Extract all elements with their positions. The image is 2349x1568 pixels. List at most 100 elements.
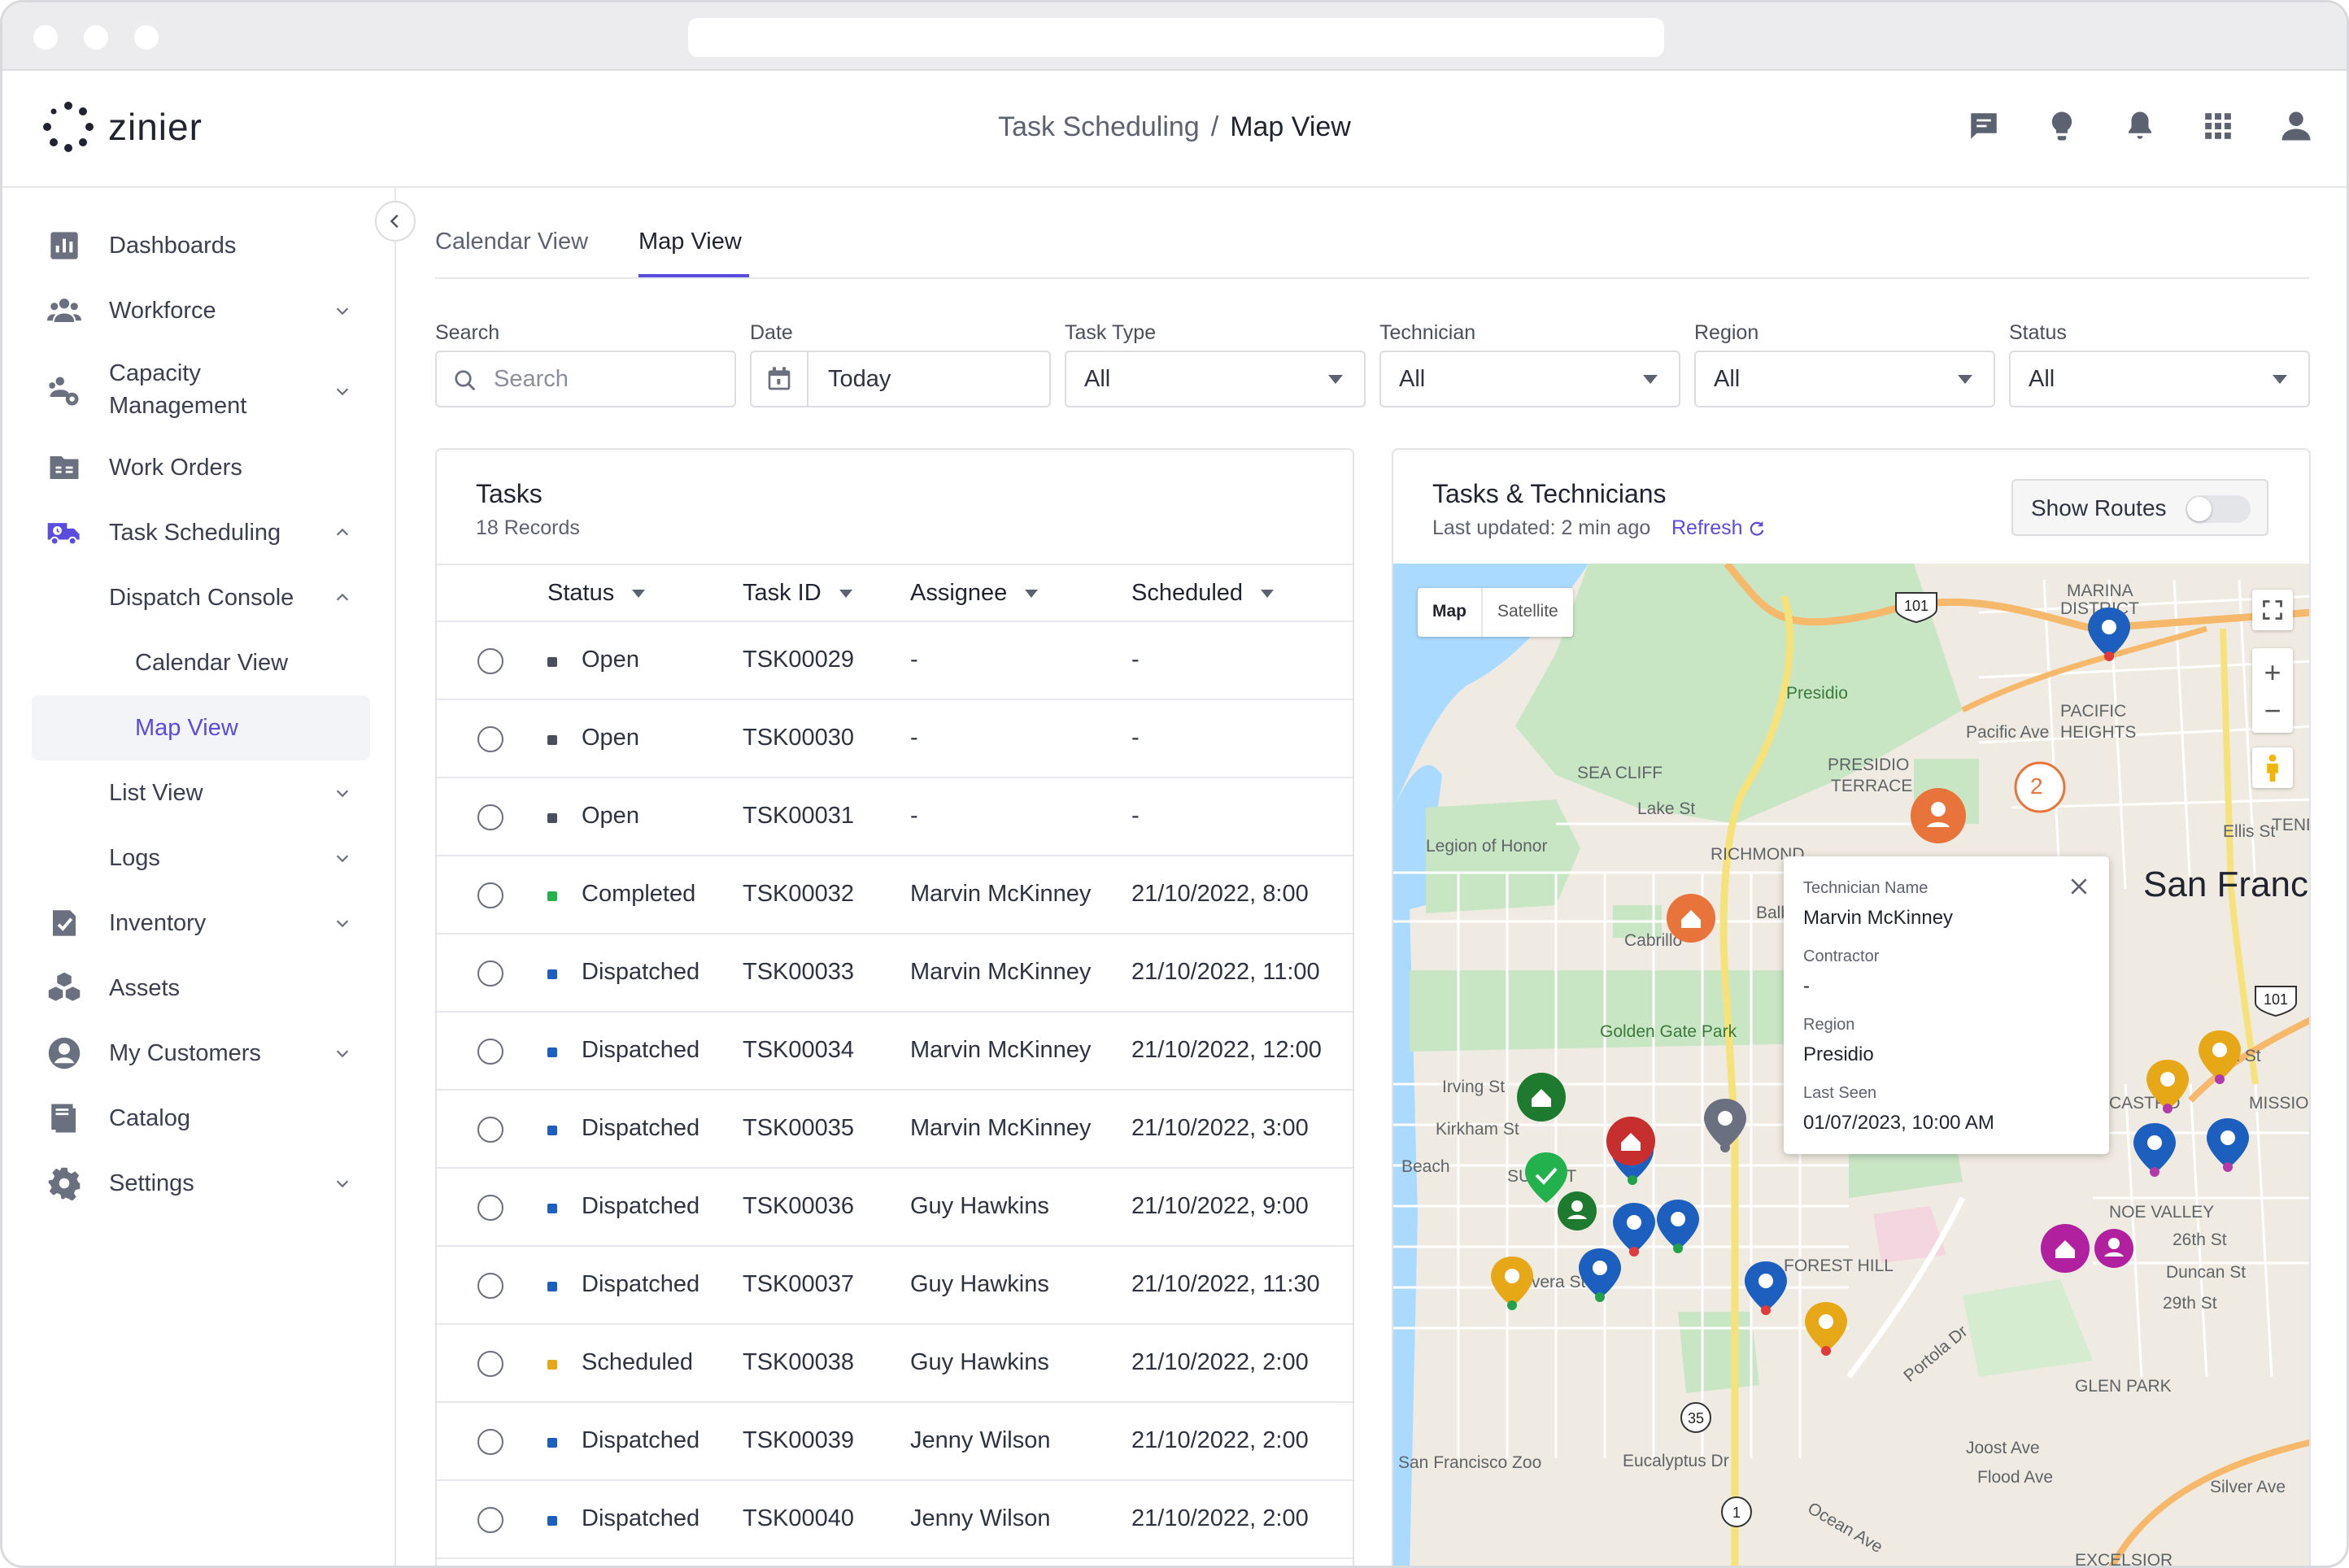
sidebar-item-dispatch-console[interactable]: Dispatch Console: [2, 569, 396, 626]
row-select-radio[interactable]: [477, 1273, 503, 1299]
lightbulb-icon[interactable]: [2044, 108, 2080, 144]
row-select-radio[interactable]: [477, 804, 503, 830]
sidebar-item-settings[interactable]: Settings: [2, 1155, 396, 1212]
sidebar-item-dashboards[interactable]: Dashboards: [2, 217, 396, 274]
task-id-cell[interactable]: TSK00039: [743, 1427, 897, 1454]
row-select-radio[interactable]: [477, 1039, 503, 1065]
table-row[interactable]: Scheduled TSK00038 Guy Hawkins 21/10/2022, …: [437, 1325, 1353, 1403]
chat-icon[interactable]: [1966, 108, 2002, 144]
task-type-select[interactable]: All: [1065, 351, 1366, 407]
map-label-duncan-st: Duncan St: [2166, 1263, 2247, 1282]
task-id-cell[interactable]: TSK00040: [743, 1505, 897, 1532]
chevron-up-icon[interactable]: [330, 520, 355, 545]
table-row[interactable]: Dispatched TSK00036 Guy Hawkins 21/10/2022,…: [437, 1169, 1353, 1247]
sidebar-item-my-customers[interactable]: My Customers: [2, 1025, 396, 1082]
task-id-cell[interactable]: TSK00038: [743, 1349, 897, 1376]
sidebar-item-calendar-view[interactable]: Calendar View: [2, 634, 396, 691]
sidebar-item-task-scheduling[interactable]: Task Scheduling: [2, 504, 396, 561]
window-dot-close[interactable]: [33, 25, 58, 50]
row-select-radio[interactable]: [477, 1117, 503, 1143]
row-select-radio[interactable]: [477, 1195, 503, 1221]
task-id-cell[interactable]: TSK00035: [743, 1115, 897, 1142]
zoom-in-button[interactable]: +: [2264, 652, 2281, 693]
zoom-out-button[interactable]: −: [2264, 693, 2281, 729]
region-select[interactable]: All: [1694, 351, 1995, 407]
tab-calendar-view[interactable]: Calendar View: [435, 229, 588, 255]
sidebar-collapse-button[interactable]: [375, 201, 416, 242]
column-header-status[interactable]: Status: [547, 580, 646, 607]
bell-icon[interactable]: [2122, 108, 2158, 144]
sidebar-item-capacity-management[interactable]: Capacity Management: [2, 357, 396, 425]
sidebar-item-list-view[interactable]: List View: [2, 764, 396, 821]
date-picker[interactable]: Today: [750, 351, 1051, 407]
table-row[interactable]: Dispatched TSK00040 Jenny Wilson 21/10/2022…: [437, 1481, 1353, 1559]
assignee-cell: -: [910, 725, 918, 751]
task-id-cell[interactable]: TSK00030: [743, 725, 897, 751]
row-select-radio[interactable]: [477, 1507, 503, 1533]
table-row[interactable]: Dispatched TSK00039 Jenny Wilson 21/10/2022…: [437, 1403, 1353, 1481]
search-input[interactable]: Search: [435, 351, 736, 407]
map-type-satellite-button[interactable]: Satellite: [1483, 588, 1573, 637]
status-select[interactable]: All: [2009, 351, 2310, 407]
task-id-cell[interactable]: TSK00036: [743, 1193, 897, 1220]
chevron-down-icon[interactable]: [330, 911, 355, 935]
table-row[interactable]: Open TSK00031- -: [437, 778, 1353, 856]
row-select-radio[interactable]: [477, 1351, 503, 1377]
table-row[interactable]: Completed TSK00032 Marvin McKinney 21/10/20…: [437, 856, 1353, 934]
chevron-down-icon[interactable]: [330, 298, 355, 323]
task-id-cell[interactable]: TSK00037: [743, 1271, 897, 1298]
url-bar[interactable]: [688, 18, 1664, 57]
task-id-cell[interactable]: TSK00033: [743, 959, 897, 986]
column-header-scheduled[interactable]: Scheduled: [1131, 580, 1275, 607]
column-header-assignee[interactable]: Assignee: [910, 580, 1039, 607]
search-label: Search: [435, 321, 500, 344]
apps-grid-icon[interactable]: [2200, 108, 2236, 144]
user-icon[interactable]: [2278, 108, 2314, 144]
refresh-link[interactable]: Refresh: [1671, 516, 1766, 540]
row-select-radio[interactable]: [477, 1429, 503, 1455]
close-icon[interactable]: [2068, 876, 2090, 897]
cluster-count[interactable]: 2: [2030, 773, 2043, 799]
task-id-cell[interactable]: TSK00032: [743, 881, 897, 908]
table-row[interactable]: Open TSK00030- -: [437, 700, 1353, 778]
sidebar-item-logs[interactable]: Logs: [2, 830, 396, 886]
window-dot-minimize[interactable]: [84, 25, 108, 50]
chevron-down-icon[interactable]: [330, 1041, 355, 1065]
chevron-up-icon[interactable]: [330, 586, 355, 610]
chevron-down-icon[interactable]: [330, 781, 355, 805]
table-row[interactable]: Dispatched TSK00035 Marvin McKinney 21/10/2…: [437, 1091, 1353, 1169]
chevron-down-icon[interactable]: [330, 846, 355, 870]
calendar-icon[interactable]: [752, 352, 808, 406]
table-row[interactable]: Dispatched TSK00034 Marvin McKinney 21/10/2…: [437, 1013, 1353, 1091]
chevron-down-icon[interactable]: [330, 1171, 355, 1196]
sidebar-item-map-view[interactable]: Map View: [2, 699, 396, 756]
show-routes-toggle[interactable]: [2186, 495, 2251, 523]
task-id-cell[interactable]: TSK00029: [743, 647, 897, 673]
breadcrumb-parent[interactable]: Task Scheduling: [998, 111, 1200, 142]
sidebar-item-workforce[interactable]: Workforce: [2, 282, 396, 339]
show-routes-control[interactable]: Show Routes: [2011, 479, 2268, 536]
last-updated: Last updated: 2 min ago: [1432, 516, 1651, 539]
table-row[interactable]: Open TSK00029- -: [437, 622, 1353, 700]
map-canvas[interactable]: Presidio MARINA DISTRICT PACIFIC HEIGHTS…: [1393, 564, 2309, 1566]
sidebar-item-assets[interactable]: Assets: [2, 960, 396, 1017]
task-id-cell[interactable]: TSK00034: [743, 1037, 897, 1064]
table-row[interactable]: Dispatched TSK00037 Guy Hawkins 21/10/2022,…: [437, 1247, 1353, 1325]
sidebar-item-catalog[interactable]: Catalog: [2, 1090, 396, 1147]
fullscreen-button[interactable]: [2252, 590, 2293, 630]
row-select-radio[interactable]: [477, 648, 503, 674]
row-select-radio[interactable]: [477, 882, 503, 908]
row-select-radio[interactable]: [477, 960, 503, 987]
tab-map-view[interactable]: Map View: [638, 229, 742, 255]
window-dot-maximize[interactable]: [134, 25, 159, 50]
map-type-map-button[interactable]: Map: [1418, 588, 1483, 637]
task-id-cell[interactable]: TSK00031: [743, 803, 897, 830]
table-row[interactable]: Dispatched TSK00033 Marvin McKinney 21/10/2…: [437, 934, 1353, 1013]
chevron-down-icon[interactable]: [330, 379, 355, 403]
row-select-radio[interactable]: [477, 726, 503, 752]
street-view-pegman[interactable]: [2252, 747, 2293, 788]
technician-select[interactable]: All: [1379, 351, 1680, 407]
sidebar-item-work-orders[interactable]: Work Orders: [2, 439, 396, 496]
sidebar-item-inventory[interactable]: Inventory: [2, 895, 396, 952]
column-header-task-id[interactable]: Task ID: [743, 580, 852, 607]
